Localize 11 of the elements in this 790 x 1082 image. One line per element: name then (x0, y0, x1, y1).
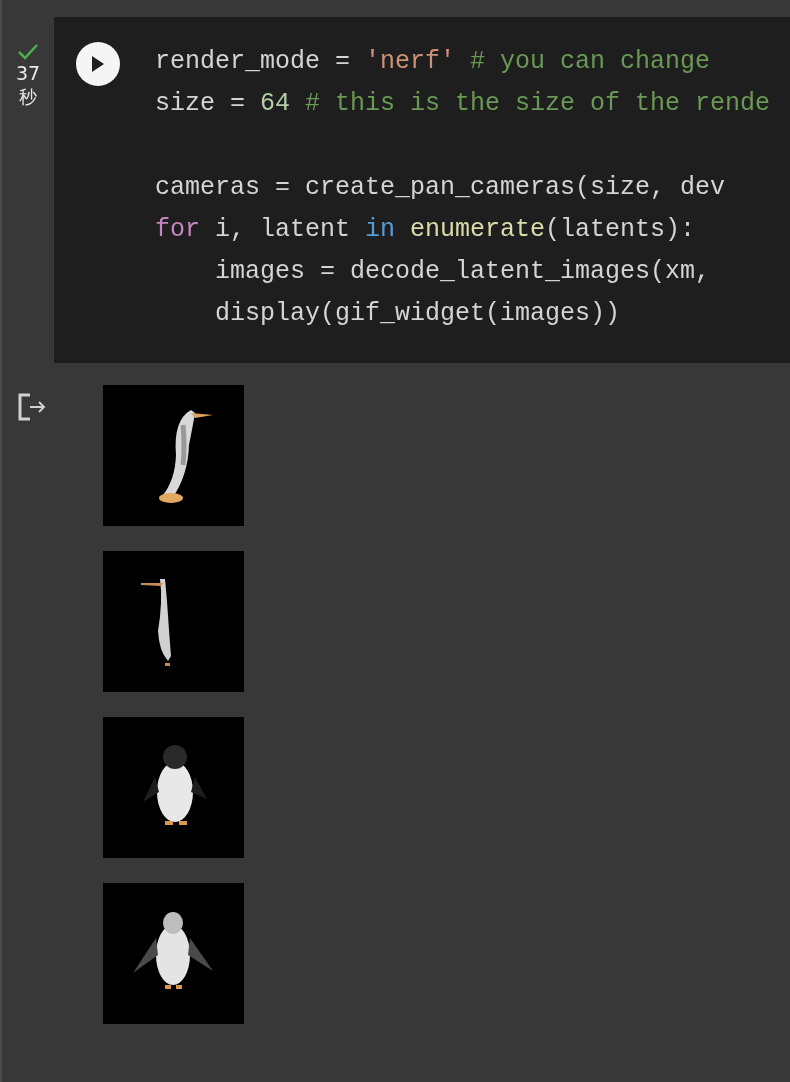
run-duration: 37 (15, 61, 41, 85)
code-line: render_mode = 'nerf' # you can change (155, 47, 711, 76)
code-line: for i, latent in enumerate(latents): (155, 215, 696, 244)
play-icon (91, 55, 105, 73)
run-button[interactable] (76, 42, 120, 86)
code-line: images = decode_latent_images(xm, (215, 257, 711, 286)
code-line: display(gif_widget(images)) (215, 299, 621, 328)
duration-unit: 秒 (19, 85, 37, 109)
code-line: cameras = create_pan_cameras(size, dev (155, 173, 726, 202)
output-icon[interactable] (17, 393, 47, 421)
code-line: size = 64 # this is the size of the rende (155, 89, 771, 118)
